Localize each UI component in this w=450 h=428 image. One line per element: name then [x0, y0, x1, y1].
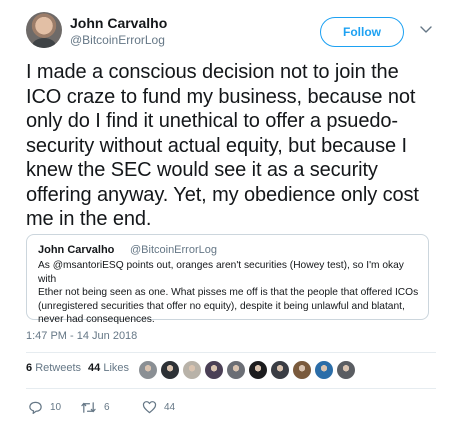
- liker-avatar[interactable]: [226, 360, 246, 380]
- author-handle[interactable]: @BitcoinErrorLog: [70, 33, 165, 47]
- retweet-count: 6: [104, 401, 110, 413]
- quoted-tweet[interactable]: John Carvalho @BitcoinErrorLog As @msant…: [26, 234, 429, 325]
- likes-count[interactable]: 44: [88, 362, 100, 374]
- quoted-line: never had consequences.: [38, 314, 155, 325]
- liker-avatar[interactable]: [336, 360, 356, 380]
- tweet-line: me in the end.: [26, 208, 152, 230]
- like-button[interactable]: 44: [142, 398, 175, 416]
- reply-button[interactable]: 10: [28, 398, 61, 416]
- tweet-line: security without actual equity, but beca…: [26, 134, 407, 157]
- retweets-count[interactable]: 6: [26, 362, 32, 374]
- chevron-down-icon[interactable]: [419, 22, 433, 36]
- retweets-label[interactable]: Retweets: [35, 362, 81, 374]
- liker-avatar[interactable]: [314, 360, 334, 380]
- divider: [26, 388, 436, 389]
- tweet-line: knew the SEC would see it as a security: [26, 159, 378, 181]
- retweet-icon: [81, 401, 96, 413]
- quoted-line: Ether not being seen as one. What pisses…: [38, 287, 419, 298]
- liker-avatar[interactable]: [270, 360, 290, 380]
- divider: [26, 352, 436, 353]
- follow-button[interactable]: Follow: [320, 17, 404, 47]
- quoted-author-name: John Carvalho: [38, 244, 115, 256]
- quoted-line: As @msantoriESQ points out, oranges aren…: [38, 260, 404, 285]
- retweet-button[interactable]: 6: [80, 398, 110, 416]
- liker-avatar[interactable]: [182, 360, 202, 380]
- like-count: 44: [164, 401, 176, 413]
- liker-avatar[interactable]: [138, 360, 158, 380]
- tweet-line: I made a conscious decision not to join …: [26, 61, 399, 83]
- tweet-actions: 10 6 44: [26, 398, 326, 418]
- quoted-author-handle: @BitcoinErrorLog: [130, 244, 217, 256]
- liker-avatar[interactable]: [248, 360, 268, 380]
- tweet-line: ICO craze to fund my business, because n…: [26, 85, 416, 108]
- quoted-line: (unregistered securities that offer no e…: [38, 300, 405, 312]
- tweet-line: only do I find it unethical to offer a p…: [26, 110, 398, 132]
- reply-count: 10: [50, 401, 62, 413]
- tweet-stats: 6 Retweets 44 Likes: [26, 362, 129, 374]
- liker-avatar[interactable]: [160, 360, 180, 380]
- author-name[interactable]: John Carvalho: [70, 15, 167, 31]
- liker-avatar[interactable]: [204, 360, 224, 380]
- tweet-timestamp[interactable]: 1:47 PM - 14 Jun 2018: [26, 330, 137, 342]
- tweet-text: I made a conscious decision not to join …: [26, 60, 436, 232]
- reply-icon: [29, 401, 42, 414]
- tweet-header: John Carvalho @BitcoinErrorLog Follow: [26, 12, 436, 52]
- liker-avatar[interactable]: [292, 360, 312, 380]
- heart-icon: [142, 401, 157, 414]
- tweet-line: offering anyway. Yet, my obedience only …: [26, 183, 419, 206]
- author-avatar[interactable]: [26, 12, 62, 48]
- likes-label[interactable]: Likes: [103, 362, 129, 374]
- quoted-tweet-text: As @msantoriESQ points out, oranges aren…: [38, 259, 422, 327]
